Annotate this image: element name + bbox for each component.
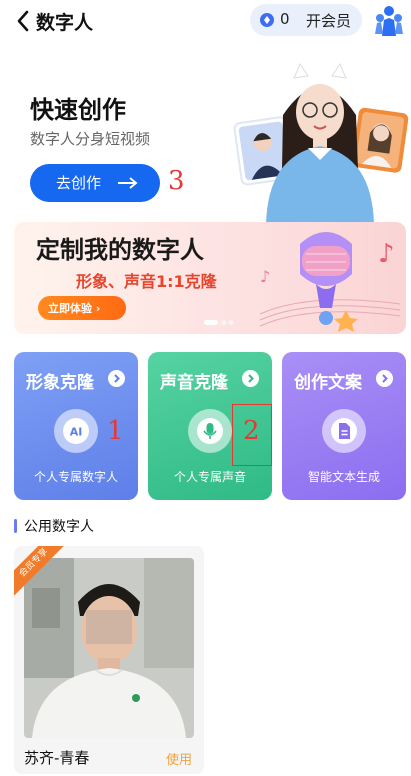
card-caption: 智能文本生成 (307, 470, 380, 484)
card-caption: 个人专属数字人 (33, 470, 118, 484)
card-icon-circle: AI (54, 409, 98, 453)
chevron-right-icon (108, 370, 125, 387)
use-button[interactable]: 使用 (166, 749, 192, 768)
back-arrow-icon[interactable] (14, 9, 32, 33)
hero-subtitle: 数字人分身短视频 (30, 130, 151, 148)
section-accent-bar (14, 519, 17, 533)
chevron-right-icon (376, 370, 393, 387)
banner-title: 定制我的数字人 (36, 236, 204, 264)
arrow-right-icon (118, 177, 138, 189)
create-button-label: 去创作 (56, 174, 102, 192)
digital-human-name: 苏齐-青春 (24, 749, 90, 767)
banner-page-indicator (204, 320, 234, 325)
ai-icon: AI (63, 418, 89, 444)
copywriting-card[interactable]: 创作文案 智能文本生成 (282, 352, 406, 500)
vip-pill[interactable]: 0 开会员 (250, 4, 362, 36)
page-title: 数字人 (36, 12, 94, 34)
try-now-button[interactable]: 立即体验 › (38, 296, 126, 320)
card-title: 形象克隆 (26, 373, 94, 393)
banner-subtitle: 形象、声音1:1克隆 (76, 272, 217, 291)
annotation-3: 3 (168, 166, 185, 196)
digital-human-logo-icon[interactable] (372, 4, 406, 38)
microphone-icon (197, 418, 223, 444)
hero-avatar-illustration (233, 62, 409, 224)
microphone-illustration: ♪ ♪ (259, 232, 401, 332)
coin-count: 0 (280, 10, 290, 28)
header-bar: 数字人 0 开会员 (0, 0, 411, 44)
section-title: 公用数字人 (24, 519, 94, 535)
coin-icon (260, 13, 274, 27)
chevron-right-icon (242, 370, 259, 387)
digital-human-photo (24, 558, 194, 738)
try-now-label: 立即体验 › (48, 302, 101, 315)
annotation-2: 2 (243, 416, 260, 446)
document-icon (331, 418, 357, 444)
svg-text:♪: ♪ (260, 267, 270, 286)
hero-title: 快速创作 (30, 96, 126, 124)
svg-text:♪: ♪ (378, 239, 395, 269)
digital-human-card[interactable]: 会员专享 苏齐-青春 使用 (14, 546, 204, 774)
customize-banner[interactable]: 定制我的数字人 形象、声音1:1克隆 立即体验 › ♪ ♪ (14, 222, 406, 334)
card-title: 创作文案 (294, 373, 362, 393)
card-title: 声音克隆 (160, 373, 228, 393)
card-icon-circle (188, 409, 232, 453)
open-vip-label: 开会员 (306, 12, 352, 30)
create-button[interactable]: 去创作 (30, 164, 160, 202)
svg-text:AI: AI (70, 426, 83, 439)
card-icon-circle (322, 409, 366, 453)
card-caption: 个人专属声音 (173, 470, 246, 484)
annotation-1: 1 (107, 416, 124, 446)
